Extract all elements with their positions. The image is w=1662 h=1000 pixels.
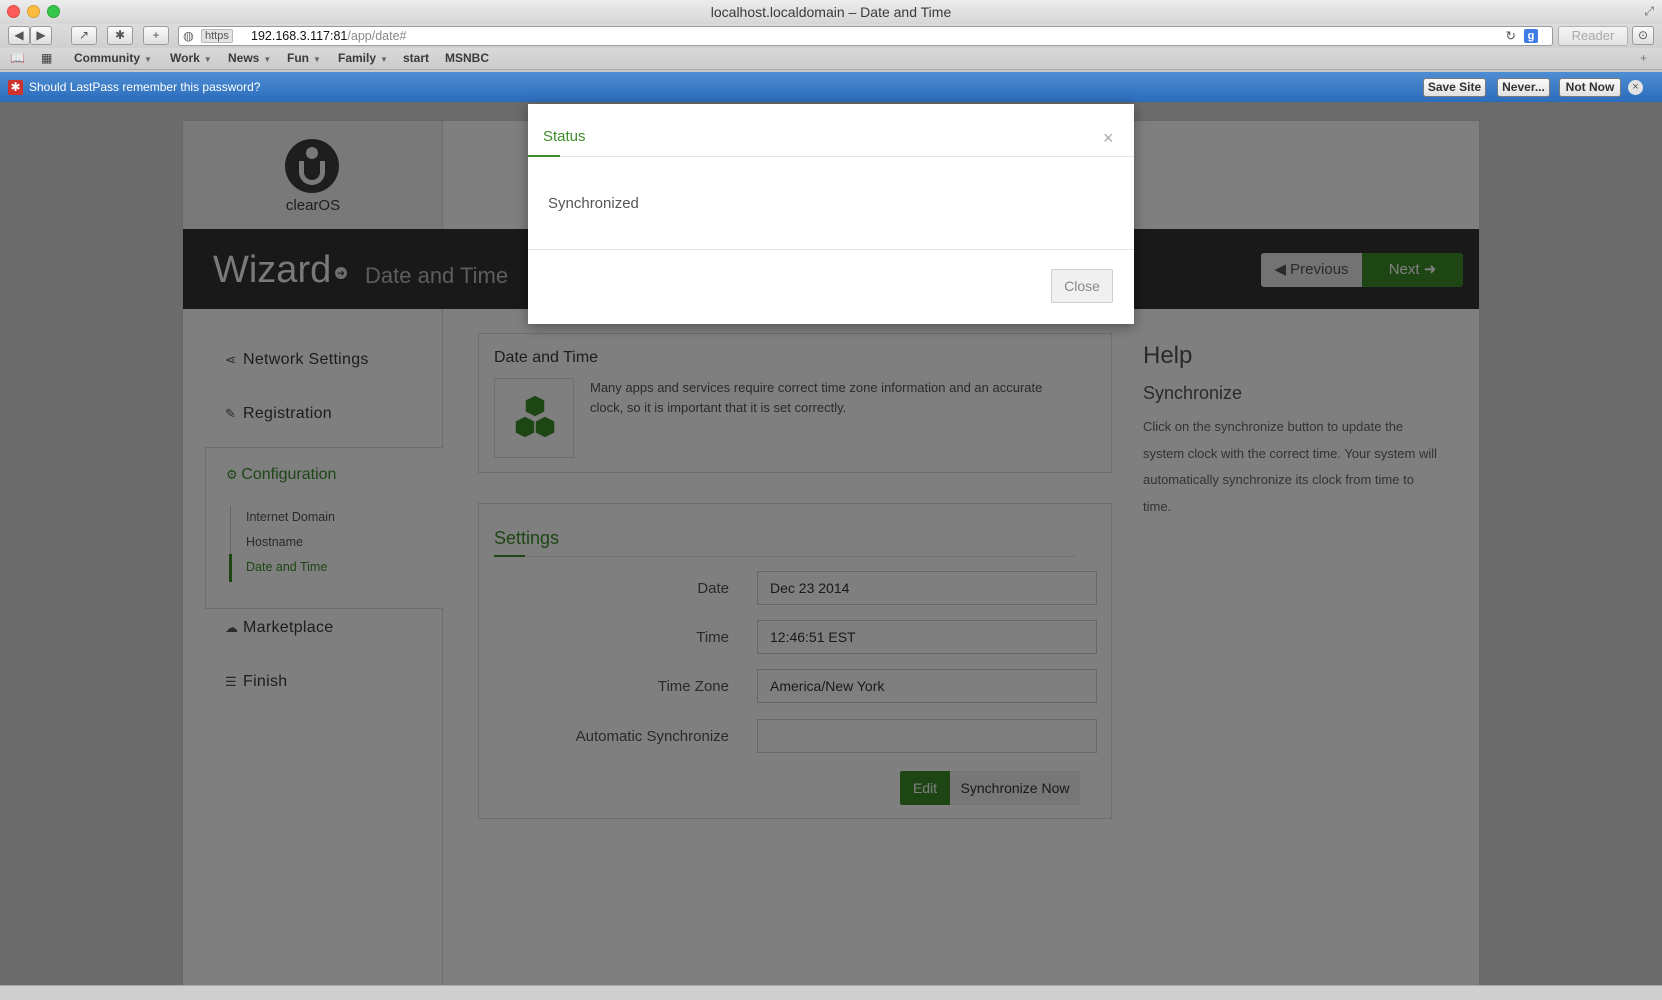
close-window-button[interactable]: [7, 5, 20, 18]
reader-button[interactable]: Reader: [1558, 26, 1628, 46]
modal-header: Status ×: [528, 104, 1134, 157]
top-sites-icon[interactable]: ▦: [41, 51, 52, 65]
modal-footer-divider: [528, 249, 1134, 250]
bookmark-label: News: [228, 51, 260, 65]
bookmark-work[interactable]: Work ▼: [170, 51, 212, 65]
bookmark-community[interactable]: Community ▼: [74, 51, 152, 65]
google-search-icon[interactable]: g: [1524, 29, 1538, 43]
status-modal: Status × Synchronized Close: [528, 104, 1134, 324]
browser-toolbar: ◀ ▶ ↗ ✱ + ◍ https 192.168.3.117:81/app/d…: [0, 24, 1662, 48]
bookmark-fun[interactable]: Fun ▼: [287, 51, 321, 65]
modal-message: Synchronized: [548, 195, 639, 212]
modal-close-icon[interactable]: ×: [1103, 128, 1114, 149]
minimize-window-button[interactable]: [27, 5, 40, 18]
forward-button[interactable]: ▶: [30, 26, 52, 45]
url-path: /app/date#: [347, 29, 407, 43]
browser-statusbar: [0, 985, 1662, 1000]
extensions-button[interactable]: ✱: [107, 26, 133, 45]
bookmark-family[interactable]: Family ▼: [338, 51, 388, 65]
url-host: 192.168.3.117:81: [251, 29, 348, 43]
site-icon: ◍: [183, 29, 194, 43]
lastpass-close-icon[interactable]: ×: [1628, 80, 1643, 95]
never-button[interactable]: Never...: [1497, 78, 1550, 97]
https-badge: https: [201, 29, 233, 43]
lastpass-logo-icon: ✱: [8, 80, 23, 95]
reload-icon[interactable]: ↻: [1506, 27, 1516, 45]
zoom-window-button[interactable]: [47, 5, 60, 18]
bookmark-label: Work: [170, 51, 200, 65]
back-button[interactable]: ◀: [8, 26, 30, 45]
modal-close-button[interactable]: Close: [1051, 269, 1113, 303]
reading-list-icon[interactable]: 📖: [10, 51, 25, 65]
bookmark-news[interactable]: News ▼: [228, 51, 271, 65]
bookmarks-bar: 📖 ▦ Community ▼ Work ▼ News ▼ Fun ▼ Family ▼ …: [0, 48, 1662, 70]
url-text: 192.168.3.117:81/app/date#: [251, 27, 406, 45]
not-now-button[interactable]: Not Now: [1559, 78, 1621, 97]
new-tab-button[interactable]: +: [143, 26, 169, 45]
address-bar[interactable]: ◍ https 192.168.3.117:81/app/date# ↻ g: [178, 26, 1553, 46]
modal-title-accent: [528, 155, 560, 157]
modal-title: Status: [543, 128, 586, 145]
bookmark-label: Family: [338, 51, 377, 65]
downloads-button[interactable]: ⊙: [1632, 26, 1654, 45]
lastpass-message: Should LastPass remember this password?: [29, 80, 261, 94]
bookmark-start[interactable]: start: [403, 51, 429, 65]
fullscreen-icon[interactable]: ⤢: [1644, 4, 1654, 19]
add-bookmark-icon[interactable]: +: [1640, 51, 1647, 65]
window-titlebar: localhost.localdomain – Date and Time ⤢: [0, 0, 1662, 24]
save-site-button[interactable]: Save Site: [1423, 78, 1486, 97]
bookmark-msnbc[interactable]: MSNBC: [445, 51, 489, 65]
window-title: localhost.localdomain – Date and Time: [710, 4, 952, 20]
share-button[interactable]: ↗: [71, 26, 97, 45]
bookmark-label: Community: [74, 51, 140, 65]
lastpass-bar: ✱ Should LastPass remember this password…: [0, 72, 1662, 102]
bookmark-label: Fun: [287, 51, 309, 65]
